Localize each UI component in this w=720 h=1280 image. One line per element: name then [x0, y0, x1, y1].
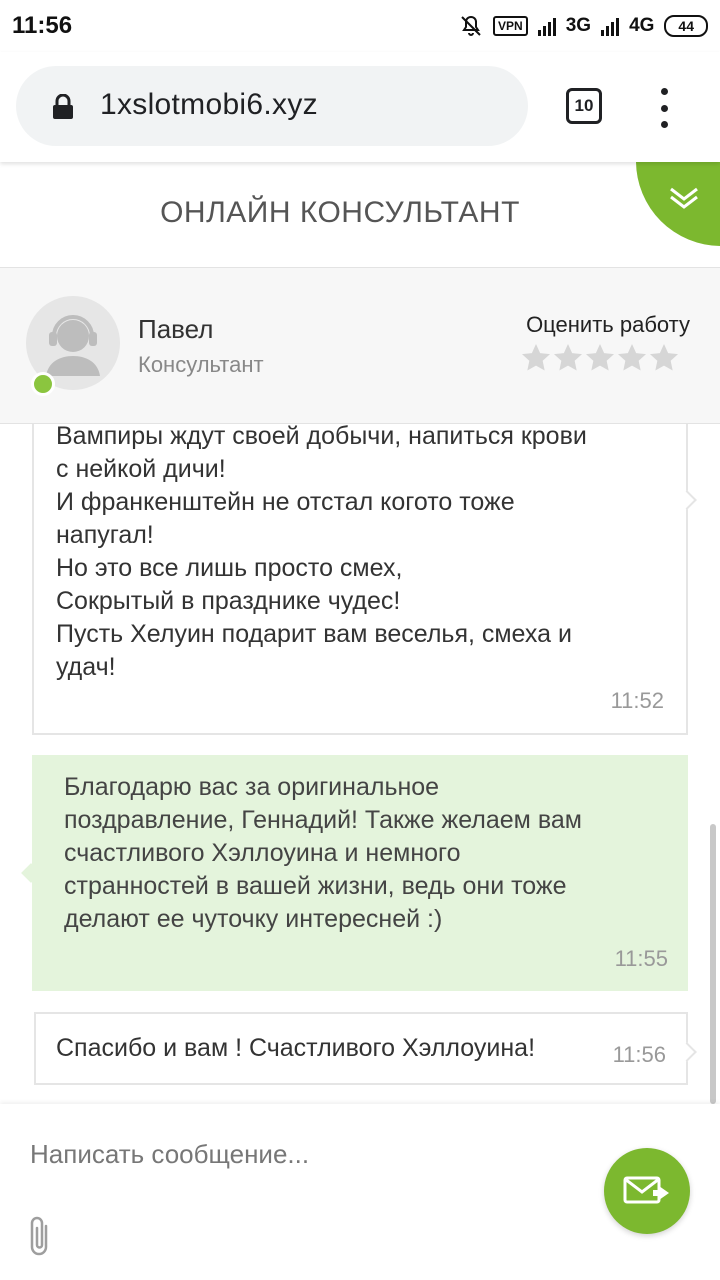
- url-text: 1xslotmobi6.xyz: [100, 88, 318, 121]
- incoming-message: Вампиры ждут своей добычи, напиться кров…: [32, 424, 688, 735]
- consultant-role: Консультант: [138, 352, 264, 377]
- rate-work-label: Оценить работу: [526, 312, 690, 337]
- status-icons: VPN 3G 4G 44: [459, 12, 708, 40]
- consultant-name: Павел: [138, 314, 214, 344]
- signal-strength-icon: [601, 16, 620, 36]
- star-icon[interactable]: [584, 342, 616, 374]
- chat-title: ОНЛАЙН КОНСУЛЬТАНТ: [160, 196, 520, 229]
- battery-indicator: 44: [664, 15, 708, 37]
- network-type-label: 4G: [629, 15, 655, 36]
- consultant-panel: Павел Консультант Оценить работу: [0, 268, 720, 424]
- paperclip-icon[interactable]: [26, 1214, 52, 1263]
- star-icon[interactable]: [616, 342, 648, 374]
- lock-icon: [52, 93, 74, 125]
- message-list[interactable]: Вампиры ждут своей добычи, напиться кров…: [0, 424, 720, 1104]
- message-time: 11:52: [610, 688, 664, 713]
- message-text: Спасибо и вам ! Счастливого Хэллоуина!: [56, 1034, 536, 1062]
- chat-header: ОНЛАЙН КОНСУЛЬТАНТ: [0, 162, 720, 268]
- network-type-label: 3G: [565, 15, 592, 36]
- send-message-button[interactable]: [604, 1148, 690, 1234]
- notifications-muted-icon: [459, 14, 483, 38]
- star-icon[interactable]: [552, 342, 584, 374]
- signal-strength-icon: [537, 16, 556, 36]
- browser-menu-button[interactable]: [654, 88, 674, 128]
- status-bar: 11:56 VPN 3G 4G 44: [0, 0, 720, 52]
- vpn-badge: VPN: [493, 16, 528, 36]
- chevron-double-down-icon[interactable]: [668, 186, 700, 215]
- star-icon[interactable]: [520, 342, 552, 374]
- browser-toolbar: 1xslotmobi6.xyz 10: [0, 52, 720, 162]
- message-text: Вампиры ждут своей добычи, напиться кров…: [56, 424, 587, 681]
- message-input[interactable]: [30, 1134, 590, 1174]
- message-text: Благодарю вас за оригинальное поздравлен…: [64, 773, 582, 933]
- message-composer: [0, 1104, 720, 1280]
- message-time: 11:56: [612, 1042, 666, 1067]
- incoming-message: Спасибо и вам ! Счастливого Хэллоуина! 1…: [34, 1012, 688, 1085]
- online-status-indicator: [31, 372, 55, 396]
- star-rating: [520, 342, 680, 374]
- envelope-send-icon: [623, 1176, 669, 1204]
- tab-switcher-button[interactable]: 10: [566, 88, 602, 124]
- message-time: 11:55: [614, 946, 668, 971]
- scrollbar[interactable]: [710, 824, 716, 1104]
- address-bar[interactable]: 1xslotmobi6.xyz: [16, 66, 528, 146]
- outgoing-message: Благодарю вас за оригинальное поздравлен…: [32, 755, 688, 991]
- star-icon[interactable]: [648, 342, 680, 374]
- status-time: 11:56: [12, 12, 73, 39]
